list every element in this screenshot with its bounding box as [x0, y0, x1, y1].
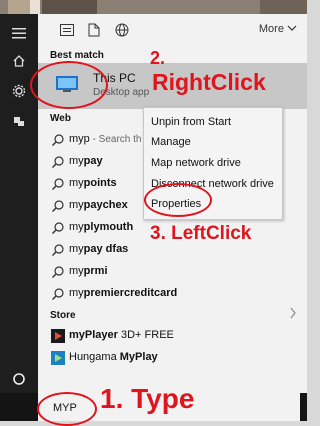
- search-icon: [51, 199, 65, 213]
- web-suggestion-bold: pay: [83, 155, 103, 167]
- search-icon: [51, 221, 65, 235]
- search-icon: [51, 133, 65, 147]
- web-suggestion[interactable]: myprmi: [38, 261, 307, 283]
- web-suggestion-hint: - Search th: [89, 134, 142, 145]
- background-fragment: [260, 0, 307, 14]
- globe-icon[interactable]: [114, 22, 130, 38]
- store-result-bold: myPlayer: [69, 329, 118, 341]
- store-result[interactable]: myPlayer 3D+ FREE: [38, 325, 307, 347]
- user-icon[interactable]: [0, 106, 38, 136]
- web-suggestion-bold: plymouth: [83, 221, 134, 233]
- search-icon: [51, 265, 65, 279]
- annotation-step-3: 3. LeftClick: [150, 223, 252, 244]
- background-fragment: [42, 0, 97, 14]
- background-strip: [0, 0, 307, 14]
- best-match-heading: Best match: [50, 50, 104, 61]
- menu-item-unpin[interactable]: Unpin from Start: [151, 116, 231, 128]
- menu-item-manage[interactable]: Manage: [151, 136, 191, 148]
- search-icon: [51, 155, 65, 169]
- annotation-step-2: 2.: [150, 48, 166, 68]
- home-icon[interactable]: [0, 46, 38, 76]
- more-label: More: [258, 23, 284, 35]
- web-suggestion-bold: premiercreditcard: [83, 287, 178, 299]
- web-suggestion-bold: points: [83, 177, 117, 189]
- web-heading: Web: [50, 113, 71, 124]
- store-heading: Store: [50, 310, 76, 321]
- new-doc-icon[interactable]: [86, 22, 102, 38]
- document-view-icon[interactable]: [59, 22, 75, 38]
- web-suggestion-text: myp: [69, 133, 90, 145]
- web-suggestion-prefix: my: [69, 243, 84, 255]
- store-result[interactable]: Hungama MyPlay: [38, 347, 307, 369]
- annotation-rightclick: RightClick: [152, 69, 266, 95]
- background-fragment: [30, 0, 40, 14]
- web-suggestion-prefix: my: [69, 221, 84, 233]
- chevron-right-icon[interactable]: [289, 307, 297, 322]
- web-suggestion[interactable]: mypremiercreditcard: [38, 283, 307, 305]
- cortana-circle-icon[interactable]: [0, 364, 38, 394]
- annotation-circle-this-pc: [30, 61, 108, 109]
- store-result-rest: 3D+ FREE: [117, 329, 174, 341]
- web-suggestion-bold: prmi: [83, 265, 108, 277]
- more-dropdown[interactable]: More: [259, 23, 297, 35]
- web-suggestion-prefix: my: [69, 265, 84, 277]
- store-result-prefix: Hungama: [69, 351, 120, 363]
- search-icon: [51, 287, 65, 301]
- web-suggestion-prefix: my: [69, 199, 84, 211]
- results-toolbar: More: [38, 14, 307, 46]
- background-fragment: [8, 0, 30, 14]
- search-icon: [51, 177, 65, 191]
- store-result-bold: MyPlay: [119, 351, 158, 363]
- myplayer-app-icon: [51, 329, 65, 343]
- hungama-app-icon: [51, 351, 65, 365]
- web-suggestion-prefix: my: [69, 177, 84, 189]
- chevron-down-icon: [287, 23, 297, 35]
- web-suggestion-prefix: my: [69, 155, 84, 167]
- search-icon: [51, 243, 65, 257]
- web-suggestion-bold: pay dfas: [83, 243, 129, 255]
- menu-item-map-drive[interactable]: Map network drive: [151, 157, 241, 169]
- web-suggestion-prefix: my: [69, 287, 84, 299]
- hamburger-icon[interactable]: [0, 18, 38, 48]
- web-suggestion-bold: paychex: [83, 199, 128, 211]
- annotation-step-1: 1. Type: [100, 383, 195, 414]
- annotation-circle-properties: [144, 183, 212, 217]
